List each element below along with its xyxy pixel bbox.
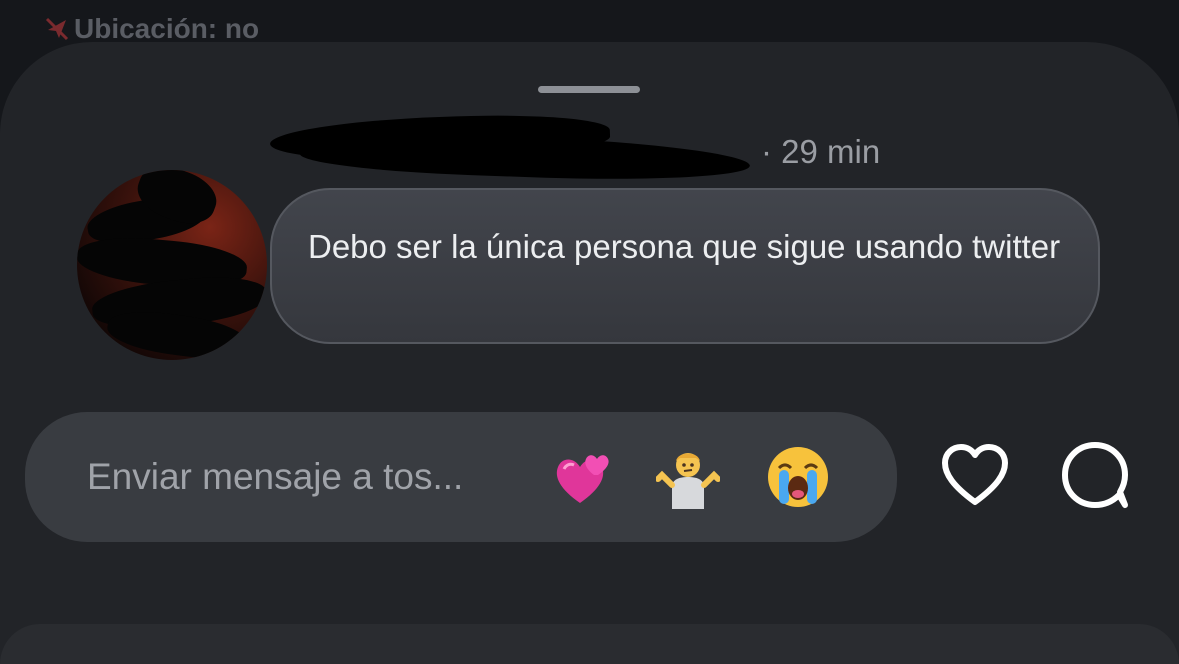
timestamp: · 29 min — [761, 133, 880, 171]
next-sheet-edge — [0, 624, 1179, 664]
location-status-label: Ubicación: no — [74, 13, 260, 44]
like-button[interactable] — [938, 440, 1012, 514]
message-bubble[interactable]: Debo ser la única persona que sigue usan… — [270, 188, 1100, 344]
location-status: Ubicación: no — [44, 12, 259, 46]
two-hearts-emoji[interactable] — [549, 444, 615, 510]
comment-bubble-icon — [1059, 439, 1131, 516]
sender-header: · 29 min — [270, 128, 880, 176]
sender-avatar[interactable] — [77, 170, 267, 360]
shrug-emoji[interactable] — [655, 444, 721, 510]
message-text: Debo ser la única persona que sigue usan… — [308, 228, 1061, 265]
reply-button[interactable] — [1058, 440, 1132, 514]
separator-dot: · — [761, 133, 772, 170]
time-label: 29 min — [781, 133, 881, 170]
sheet-drag-handle[interactable] — [538, 86, 640, 93]
sender-name-redacted — [270, 129, 755, 175]
location-off-icon — [44, 16, 70, 42]
crying-face-emoji[interactable] — [765, 444, 831, 510]
message-input[interactable] — [87, 456, 527, 498]
message-composer — [25, 412, 897, 542]
heart-outline-icon — [939, 442, 1011, 513]
